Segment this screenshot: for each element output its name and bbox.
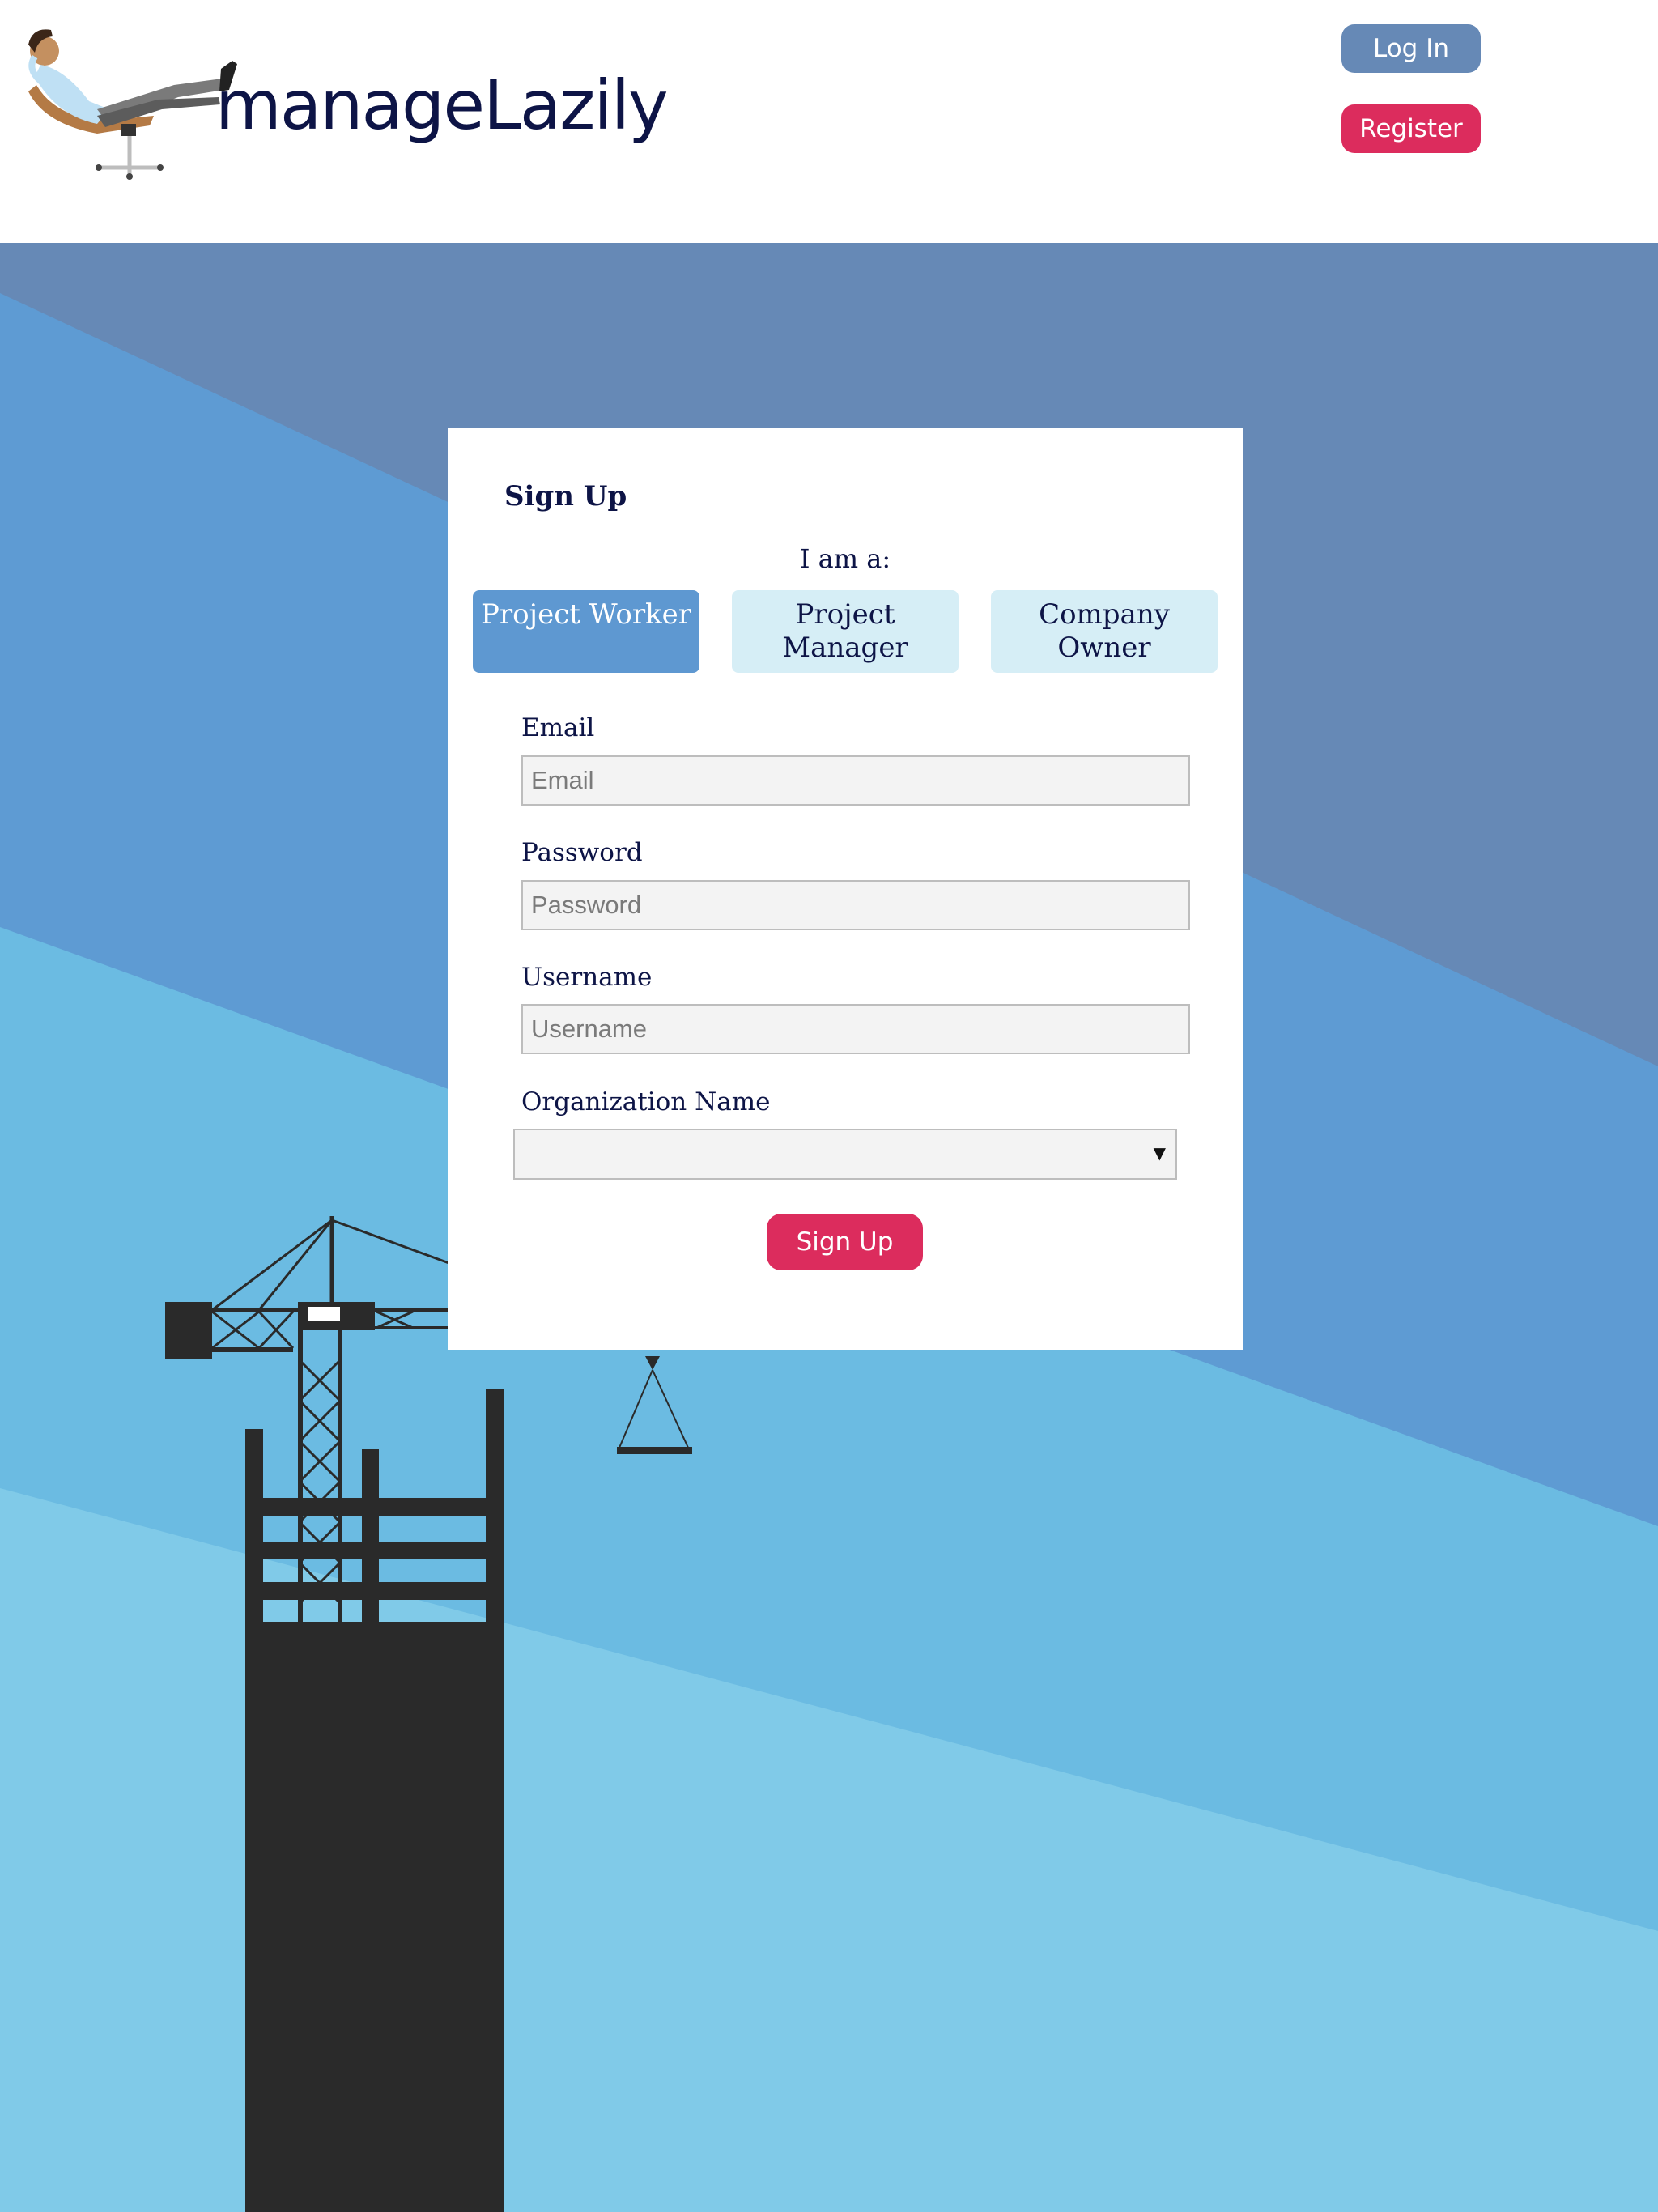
- role-option-project-worker[interactable]: Project Worker: [473, 590, 699, 673]
- signup-title: Sign Up: [504, 480, 627, 513]
- signup-card: Sign Up I am a: Project Worker Project Ma…: [448, 428, 1243, 1350]
- organization-label: Organization Name: [521, 1087, 771, 1117]
- password-label: Password: [521, 838, 643, 867]
- login-button[interactable]: Log In: [1341, 24, 1481, 73]
- brand-wordmark[interactable]: manageLazily: [215, 65, 669, 146]
- email-field[interactable]: [521, 755, 1190, 806]
- role-option-company-owner[interactable]: Company Owner: [991, 590, 1218, 673]
- organization-select[interactable]: ▼: [513, 1129, 1177, 1180]
- role-prompt: I am a:: [799, 543, 891, 574]
- site-header: manageLazily Log In Register: [0, 0, 1658, 243]
- username-label: Username: [521, 963, 653, 992]
- register-button[interactable]: Register: [1341, 104, 1481, 153]
- chevron-down-icon: ▼: [1153, 1143, 1166, 1163]
- signup-submit-button[interactable]: Sign Up: [767, 1214, 923, 1270]
- email-label: Email: [521, 713, 595, 742]
- password-field[interactable]: [521, 880, 1190, 930]
- username-field[interactable]: [521, 1004, 1190, 1054]
- role-option-project-manager[interactable]: Project Manager: [732, 590, 959, 673]
